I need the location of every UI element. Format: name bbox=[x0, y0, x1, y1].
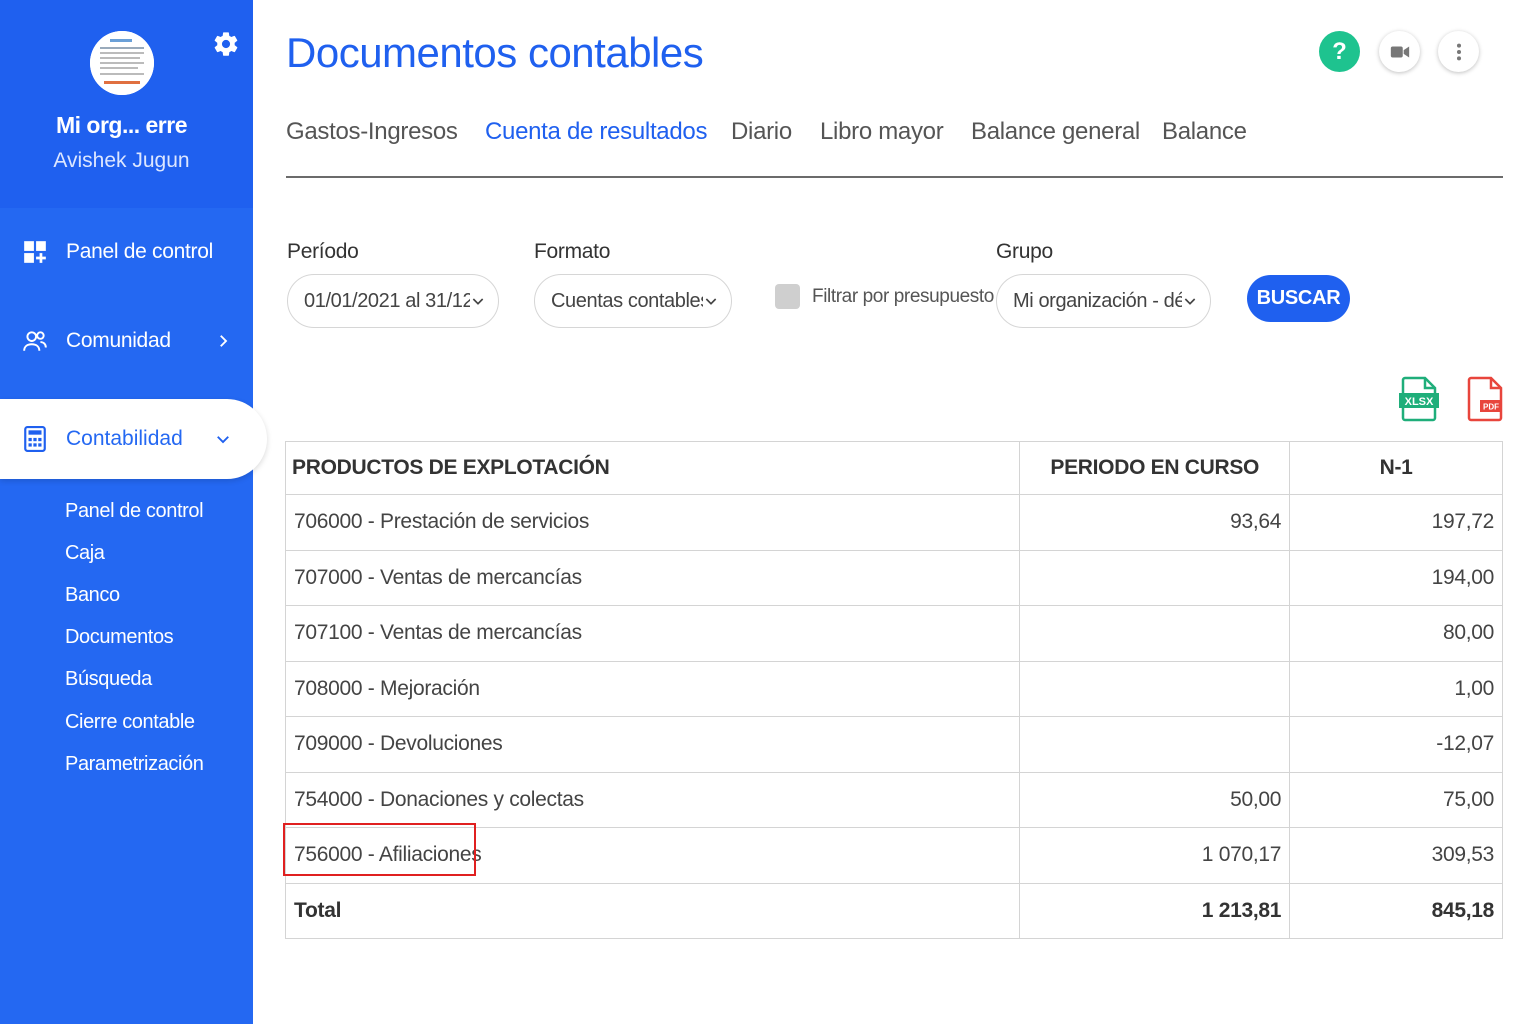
nav-label: Comunidad bbox=[66, 329, 171, 352]
grupo-value: Mi organización - dén bbox=[1013, 289, 1182, 312]
chevron-down-icon bbox=[705, 298, 717, 305]
user-name: Avishek Jugun bbox=[53, 149, 190, 172]
subnav-cierre-contable[interactable]: Cierre contable bbox=[65, 711, 195, 734]
tab-bar: Gastos-Ingresos Cuenta de resultados Dia… bbox=[286, 118, 1503, 178]
search-button[interactable]: BUSCAR bbox=[1247, 275, 1350, 322]
previous-year-cell: 309,53 bbox=[1289, 827, 1503, 884]
account-cell: 754000 - Donaciones y colectas bbox=[284, 771, 1021, 828]
column-header-n1: N-1 bbox=[1289, 441, 1503, 495]
formato-label: Formato bbox=[534, 240, 611, 263]
current-period-cell bbox=[1019, 660, 1291, 717]
previous-year-cell: 80,00 bbox=[1289, 605, 1503, 662]
table-row: 706000 - Prestación de servicios 93,64 1… bbox=[284, 494, 1503, 551]
current-period-cell: 1 070,17 bbox=[1019, 827, 1291, 884]
tab-cuenta-de-resultados[interactable]: Cuenta de resultados bbox=[485, 118, 707, 146]
nav-item-panel-de-control[interactable]: Panel de control bbox=[0, 221, 253, 283]
sidebar: Mi org... erre Avishek Jugun Panel de co… bbox=[0, 0, 267, 1024]
video-camera-icon bbox=[1390, 46, 1409, 57]
periodo-value: 01/01/2021 al 31/12/ bbox=[304, 289, 470, 312]
current-period-cell: 50,00 bbox=[1019, 771, 1291, 828]
presupuesto-checkbox[interactable] bbox=[775, 284, 800, 309]
gear-icon[interactable] bbox=[212, 30, 240, 58]
account-cell: 709000 - Devoluciones bbox=[284, 716, 1021, 773]
avatar[interactable] bbox=[90, 31, 154, 95]
periodo-label: Período bbox=[287, 240, 359, 263]
current-period-cell bbox=[1019, 605, 1291, 662]
previous-year-cell: 197,72 bbox=[1289, 494, 1503, 551]
pdf-label: PDF bbox=[1483, 403, 1499, 412]
table-row: 707100 - Ventas de mercancías 80,00 bbox=[284, 605, 1503, 662]
nav-item-comunidad[interactable]: Comunidad bbox=[0, 310, 253, 372]
subnav-busqueda[interactable]: Búsqueda bbox=[65, 668, 152, 691]
profile-panel: Mi org... erre Avishek Jugun bbox=[0, 0, 253, 208]
table-row: 754000 - Donaciones y colectas 50,00 75,… bbox=[284, 771, 1503, 828]
account-cell: 707100 - Ventas de mercancías bbox=[284, 605, 1021, 662]
nav-item-contabilidad[interactable]: Contabilidad bbox=[0, 399, 267, 479]
table-row: 708000 - Mejoración 1,00 bbox=[284, 660, 1503, 717]
formato-value: Cuentas contables bbox=[551, 289, 703, 312]
previous-year-cell: 1,00 bbox=[1289, 660, 1503, 717]
account-cell: 706000 - Prestación de servicios bbox=[284, 494, 1021, 551]
account-cell: 708000 - Mejoración bbox=[284, 660, 1021, 717]
table-total-row: Total 1 213,81 845,18 bbox=[284, 882, 1503, 939]
tab-libro-mayor[interactable]: Libro mayor bbox=[820, 118, 944, 146]
organization-name: Mi org... erre bbox=[55, 112, 188, 138]
previous-year-cell: -12,07 bbox=[1289, 716, 1503, 773]
table-row: 756000 - Afiliaciones 1 070,17 309,53 bbox=[284, 827, 1503, 884]
presupuesto-label: Filtrar por presupuesto bbox=[812, 286, 994, 307]
total-previous-year: 845,18 bbox=[1289, 882, 1503, 939]
xlsx-export-icon[interactable]: XLSX bbox=[1399, 376, 1439, 422]
nav-label: Panel de control bbox=[66, 240, 213, 263]
subnav-banco[interactable]: Banco bbox=[65, 584, 120, 607]
dashboard-icon bbox=[24, 241, 46, 263]
tab-balance[interactable]: Balance bbox=[1162, 118, 1247, 146]
account-cell[interactable]: 756000 - Afiliaciones bbox=[284, 827, 1021, 884]
table-header-row: PRODUCTOS DE EXPLOTACIÓN PERIODO EN CURS… bbox=[284, 441, 1503, 495]
total-label: Total bbox=[284, 882, 1021, 939]
calculator-icon bbox=[24, 426, 46, 452]
pdf-export-icon[interactable]: PDF bbox=[1465, 376, 1505, 422]
question-mark-icon: ? bbox=[1332, 37, 1347, 65]
chevron-down-icon bbox=[1184, 298, 1196, 305]
chevron-down-icon bbox=[217, 436, 229, 444]
subnav-documentos[interactable]: Documentos bbox=[65, 626, 174, 649]
subnav-caja[interactable]: Caja bbox=[65, 542, 105, 565]
table-row: 709000 - Devoluciones -12,07 bbox=[284, 716, 1503, 773]
help-button[interactable]: ? bbox=[1319, 31, 1360, 72]
current-period-cell bbox=[1019, 549, 1291, 606]
xlsx-label: XLSX bbox=[1405, 396, 1434, 408]
current-period-cell: 93,64 bbox=[1019, 494, 1291, 551]
previous-year-cell: 194,00 bbox=[1289, 549, 1503, 606]
more-options-button[interactable] bbox=[1438, 31, 1479, 72]
video-button[interactable] bbox=[1379, 31, 1420, 72]
previous-year-cell: 75,00 bbox=[1289, 771, 1503, 828]
tab-diario[interactable]: Diario bbox=[731, 118, 792, 146]
column-header-periodo: PERIODO EN CURSO bbox=[1019, 441, 1291, 495]
tab-gastos-ingresos[interactable]: Gastos-Ingresos bbox=[286, 118, 458, 146]
total-current-period: 1 213,81 bbox=[1019, 882, 1291, 939]
current-period-cell bbox=[1019, 716, 1291, 773]
tab-balance-general[interactable]: Balance general bbox=[971, 118, 1140, 146]
community-icon bbox=[23, 331, 47, 351]
page-title: Documentos contables bbox=[286, 29, 704, 76]
grupo-label: Grupo bbox=[996, 240, 1053, 263]
table-row: 707000 - Ventas de mercancías 194,00 bbox=[284, 549, 1503, 606]
column-header-productos: PRODUCTOS DE EXPLOTACIÓN bbox=[284, 441, 1021, 495]
periodo-select[interactable]: 01/01/2021 al 31/12/ bbox=[287, 274, 499, 328]
nav-label: Contabilidad bbox=[66, 427, 183, 450]
subnav-panel-de-control[interactable]: Panel de control bbox=[65, 500, 204, 523]
chevron-right-icon bbox=[220, 335, 228, 347]
grupo-select[interactable]: Mi organización - dén bbox=[996, 274, 1211, 328]
formato-select[interactable]: Cuentas contables bbox=[534, 274, 732, 328]
results-table: PRODUCTOS DE EXPLOTACIÓN PERIODO EN CURS… bbox=[284, 441, 1503, 939]
subnav-parametrizacion[interactable]: Parametrización bbox=[65, 753, 204, 776]
chevron-down-icon bbox=[472, 298, 484, 305]
more-vertical-icon bbox=[1456, 43, 1461, 60]
account-cell: 707000 - Ventas de mercancías bbox=[284, 549, 1021, 606]
